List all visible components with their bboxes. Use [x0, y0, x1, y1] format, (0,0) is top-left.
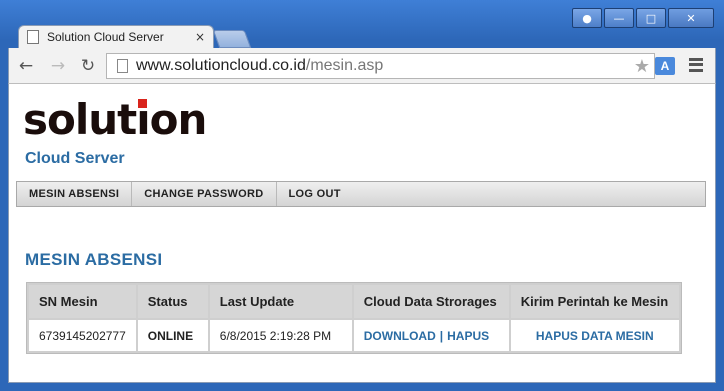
page-icon [117, 59, 128, 73]
status-badge: ONLINE [137, 320, 208, 351]
browser-window: ● — □ ✕ Solution Cloud Server × ← → ↻ ww… [0, 0, 724, 391]
browser-toolbar: ← → ↻ www.solutioncloud.co.id/mesin.asp … [8, 48, 716, 84]
header-status: Status [137, 285, 208, 318]
tab-close-icon[interactable]: × [195, 30, 205, 44]
cell-command: HAPUS DATA MESIN [510, 320, 679, 351]
cell-last-update: 6/8/2015 2:19:28 PM [209, 320, 352, 351]
header-sn: SN Mesin [29, 285, 136, 318]
cell-storage-actions: DOWNLOAD | HAPUS [353, 320, 509, 351]
hamburger-menu-icon[interactable] [689, 57, 703, 73]
close-window-icon[interactable]: ✕ [668, 8, 714, 28]
bookmark-star-icon[interactable]: ★ [634, 56, 650, 77]
header-last-update: Last Update [209, 285, 352, 318]
url-path: /mesin.asp [305, 57, 384, 74]
window-controls: ● — □ ✕ [572, 8, 714, 28]
nav-mesin-absensi[interactable]: MESIN ABSENSI [17, 182, 133, 206]
table-header-row: SN Mesin Status Last Update Cloud Data S… [29, 285, 679, 318]
nav-log-out[interactable]: LOG OUT [277, 182, 353, 206]
hapus-link[interactable]: HAPUS [447, 329, 489, 343]
browser-tab[interactable]: Solution Cloud Server × [18, 25, 214, 48]
minimize-icon[interactable]: — [604, 8, 634, 28]
tab-title: Solution Cloud Server [47, 30, 164, 44]
reload-icon[interactable]: ↻ [77, 55, 99, 77]
header-cloud-storage: Cloud Data Strorages [353, 285, 509, 318]
page-viewport: solutı on Cloud Server MESIN ABSENSI CHAN… [8, 84, 716, 383]
machine-table: SN Mesin Status Last Update Cloud Data S… [26, 282, 682, 354]
back-arrow-icon[interactable]: ← [15, 55, 37, 77]
download-link[interactable]: DOWNLOAD [364, 329, 436, 343]
translate-icon[interactable]: A [655, 57, 675, 75]
table-row: 6739145202777 ONLINE 6/8/2015 2:19:28 PM… [29, 320, 679, 351]
brand-subtitle: Cloud Server [25, 150, 125, 167]
logo: solutı on [23, 95, 207, 144]
address-bar[interactable]: www.solutioncloud.co.id/mesin.asp ★ [106, 53, 655, 79]
page-title: MESIN ABSENSI [25, 250, 163, 269]
hapus-data-mesin-link[interactable]: HAPUS DATA MESIN [536, 329, 654, 343]
link-separator: | [439, 328, 444, 343]
new-tab-button[interactable] [212, 30, 252, 48]
page-icon [27, 30, 39, 44]
url-host: www.solutioncloud.co.id [136, 57, 306, 74]
cell-sn: 6739145202777 [29, 320, 136, 351]
forward-arrow-icon[interactable]: → [47, 55, 69, 77]
header-command: Kirim Perintah ke Mesin [510, 285, 679, 318]
main-nav: MESIN ABSENSI CHANGE PASSWORD LOG OUT [16, 181, 706, 207]
user-icon[interactable]: ● [572, 8, 602, 28]
maximize-icon[interactable]: □ [636, 8, 666, 28]
nav-change-password[interactable]: CHANGE PASSWORD [132, 182, 277, 206]
